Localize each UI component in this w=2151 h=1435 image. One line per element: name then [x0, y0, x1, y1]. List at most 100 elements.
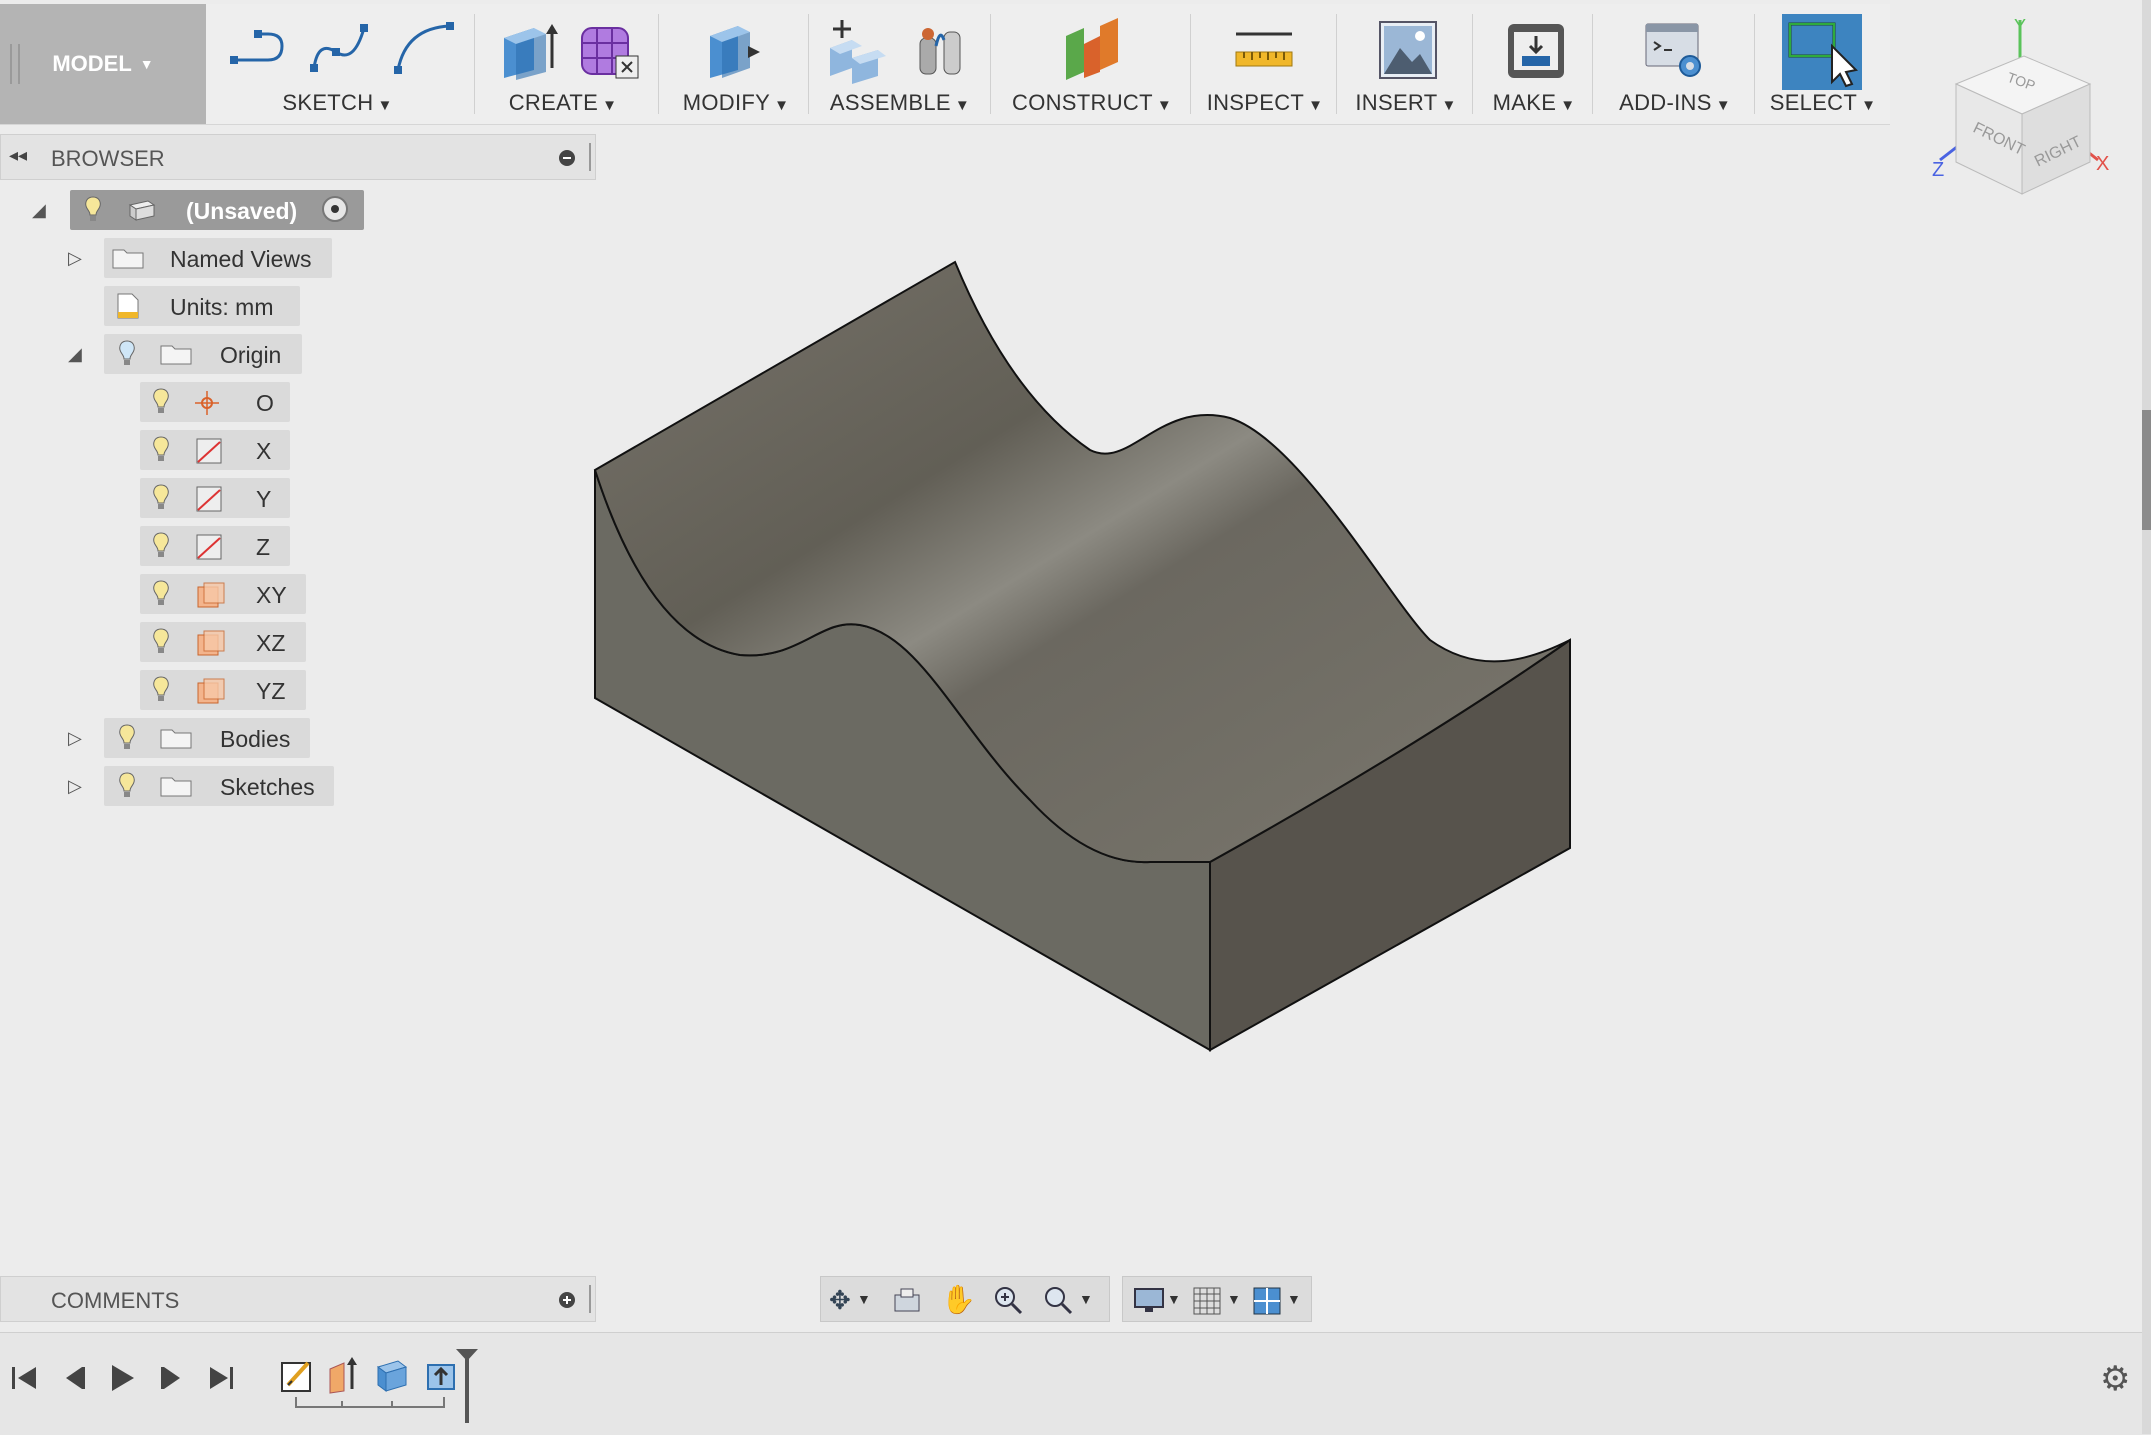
display-settings-icon[interactable]	[1133, 1287, 1165, 1315]
sketch-group[interactable]: SKETCH ▼	[220, 4, 455, 124]
viewports-dropdown-icon[interactable]: ▼	[1287, 1291, 1301, 1307]
orbit-icon[interactable]: ✥	[829, 1285, 851, 1316]
create-group[interactable]: CREATE ▼	[478, 4, 648, 124]
workspace-switcher[interactable]: MODEL ▼	[0, 4, 206, 124]
select-tool-highlight[interactable]	[1782, 14, 1862, 90]
expand-named-views-icon[interactable]: ▷	[68, 248, 82, 269]
timeline-sketch-feature-icon[interactable]	[280, 1357, 316, 1393]
create-menu[interactable]: CREATE ▼	[478, 90, 648, 116]
lightbulb-icon[interactable]	[152, 676, 170, 704]
tree-units[interactable]: Units: mm	[104, 286, 300, 326]
lightbulb-icon[interactable]	[118, 724, 136, 752]
timeline-extrude-feature-icon[interactable]	[326, 1355, 362, 1395]
origin-item-x-axis[interactable]: X	[140, 430, 290, 470]
expand-bodies-icon[interactable]: ▷	[68, 728, 82, 749]
expand-origin-icon[interactable]: ◢	[68, 344, 82, 365]
go-to-start-icon[interactable]	[10, 1363, 38, 1393]
origin-item-point[interactable]: O	[140, 382, 290, 422]
lightbulb-icon[interactable]	[118, 772, 136, 800]
line-sketch-icon[interactable]	[228, 18, 288, 78]
insert-image-icon[interactable]	[1376, 18, 1440, 82]
scripts-addins-icon[interactable]	[1642, 18, 1708, 82]
3d-print-icon[interactable]	[1504, 18, 1568, 82]
lightbulb-icon[interactable]	[118, 340, 136, 368]
panel-resize-handle[interactable]	[589, 143, 591, 171]
orbit-dropdown-icon[interactable]: ▼	[857, 1291, 871, 1307]
scroll-thumb[interactable]	[2142, 410, 2151, 530]
form-icon[interactable]	[578, 18, 642, 82]
lightbulb-icon[interactable]	[152, 388, 170, 416]
select-group[interactable]: SELECT ▼	[1758, 4, 1888, 124]
offset-plane-icon[interactable]	[1060, 18, 1124, 82]
model-body-3d[interactable]	[590, 255, 1580, 1055]
zoom-window-icon[interactable]	[1043, 1285, 1073, 1315]
addins-group[interactable]: ADD-INS ▼	[1596, 4, 1754, 124]
step-forward-icon[interactable]	[158, 1363, 186, 1393]
select-menu[interactable]: SELECT ▼	[1758, 90, 1888, 116]
origin-item-y-axis[interactable]: Y	[140, 478, 290, 518]
measure-icon[interactable]	[1232, 28, 1296, 78]
go-to-end-icon[interactable]	[208, 1363, 236, 1393]
collapse-panel-icon[interactable]: ◂◂	[9, 145, 27, 166]
step-back-icon[interactable]	[60, 1363, 88, 1393]
modify-group[interactable]: MODIFY ▼	[662, 4, 810, 124]
zoom-icon[interactable]	[993, 1285, 1023, 1315]
inspect-menu[interactable]: INSPECT ▼	[1194, 90, 1336, 116]
insert-menu[interactable]: INSERT ▼	[1340, 90, 1472, 116]
tree-origin[interactable]: Origin	[104, 334, 302, 374]
lightbulb-icon[interactable]	[152, 628, 170, 656]
tree-root-document[interactable]: (Unsaved)	[70, 190, 364, 230]
grid-settings-icon[interactable]	[1193, 1287, 1221, 1315]
lightbulb-icon[interactable]	[152, 580, 170, 608]
inspect-group[interactable]: INSPECT ▼	[1194, 4, 1336, 124]
lightbulb-icon[interactable]	[152, 532, 170, 560]
modify-menu[interactable]: MODIFY ▼	[662, 90, 810, 116]
joint-icon[interactable]	[910, 18, 974, 82]
play-icon[interactable]	[108, 1363, 136, 1393]
origin-item-xz-plane[interactable]: XZ	[140, 622, 306, 662]
display-dropdown-icon[interactable]: ▼	[1167, 1291, 1181, 1307]
origin-item-z-axis[interactable]: Z	[140, 526, 290, 566]
grid-dropdown-icon[interactable]: ▼	[1227, 1291, 1241, 1307]
tree-sketches[interactable]: Sketches	[104, 766, 334, 806]
add-comment-icon[interactable]	[559, 1292, 575, 1308]
press-pull-icon[interactable]	[702, 18, 766, 82]
timeline-marker-handle[interactable]	[454, 1347, 480, 1427]
lightbulb-icon[interactable]	[84, 196, 102, 224]
arc-sketch-icon[interactable]	[392, 18, 456, 78]
spline-sketch-icon[interactable]	[308, 18, 372, 78]
extrude-icon[interactable]	[496, 18, 560, 82]
construct-menu[interactable]: CONSTRUCT ▼	[994, 90, 1190, 116]
panel-resize-handle[interactable]	[589, 1285, 591, 1313]
lightbulb-icon[interactable]	[152, 484, 170, 512]
toolbar-grip[interactable]	[10, 44, 20, 84]
construct-group[interactable]: CONSTRUCT ▼	[994, 4, 1190, 124]
zoom-dropdown-icon[interactable]: ▼	[1079, 1291, 1093, 1307]
make-menu[interactable]: MAKE ▼	[1476, 90, 1592, 116]
origin-item-yz-plane[interactable]: YZ	[140, 670, 306, 710]
view-cube[interactable]: Y X Z TOP FRONT RIGHT	[1920, 10, 2120, 210]
collapse-minus-icon[interactable]	[559, 150, 575, 166]
lightbulb-icon[interactable]	[152, 436, 170, 464]
look-at-icon[interactable]	[893, 1287, 921, 1313]
origin-item-label: X	[256, 438, 272, 464]
activate-radio-icon[interactable]	[322, 196, 348, 222]
tree-bodies[interactable]: Bodies	[104, 718, 310, 758]
make-group[interactable]: MAKE ▼	[1476, 4, 1592, 124]
assemble-group[interactable]: ASSEMBLE ▼	[812, 4, 988, 124]
assemble-menu[interactable]: ASSEMBLE ▼	[812, 90, 988, 116]
timeline-body-feature-icon[interactable]	[374, 1357, 410, 1393]
origin-item-xy-plane[interactable]: XY	[140, 574, 306, 614]
viewports-icon[interactable]	[1253, 1287, 1281, 1315]
comments-panel-header[interactable]: COMMENTS	[0, 1276, 596, 1322]
timeline-settings-gear-icon[interactable]: ⚙	[2100, 1359, 2130, 1399]
addins-menu[interactable]: ADD-INS ▼	[1596, 90, 1754, 116]
pan-hand-icon[interactable]: ✋	[941, 1283, 976, 1316]
expand-root-icon[interactable]: ◢	[32, 200, 46, 221]
insert-group[interactable]: INSERT ▼	[1340, 4, 1472, 124]
expand-sketches-icon[interactable]: ▷	[68, 776, 82, 797]
browser-panel-header[interactable]: ◂◂ BROWSER	[0, 134, 596, 180]
tree-named-views[interactable]: Named Views	[104, 238, 332, 278]
new-component-icon[interactable]	[822, 18, 892, 84]
sketch-menu[interactable]: SKETCH ▼	[220, 90, 455, 116]
